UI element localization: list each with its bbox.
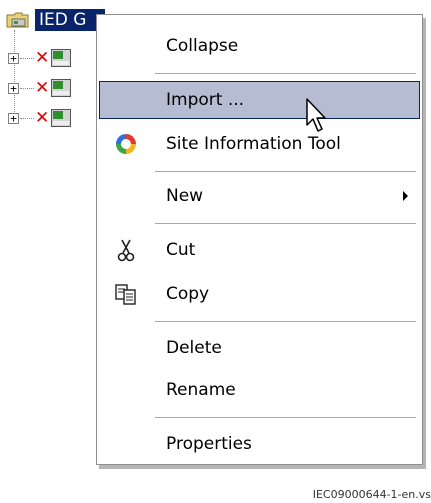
expand-toggle[interactable]: + <box>8 82 19 94</box>
menu-item-label: Cut <box>166 240 196 260</box>
figure-caption: IEC09000644-1-en.vs <box>312 488 431 501</box>
menu-item-properties[interactable]: Properties <box>99 425 420 463</box>
ied-device-icon <box>51 109 71 127</box>
copy-icon <box>113 281 139 307</box>
menu-item-label: Import ... <box>166 90 245 110</box>
tree-row[interactable]: + ✕ <box>8 108 71 128</box>
menu-item-label: Rename <box>166 380 236 400</box>
ied-device-icon <box>51 49 71 67</box>
tree-row[interactable]: + ✕ <box>8 48 71 68</box>
tree-connector-line <box>20 57 34 59</box>
tree-root-label[interactable]: IED G <box>35 9 105 31</box>
tree-root-node[interactable]: IED G <box>6 8 105 32</box>
menu-item-new[interactable]: New <box>99 177 420 215</box>
menu-item-label: Collapse <box>166 36 239 56</box>
mouse-pointer-icon <box>305 97 333 137</box>
menu-separator <box>155 417 416 418</box>
menu-item-cut[interactable]: Cut <box>99 231 420 269</box>
context-menu: Collapse Import ... Site Information Too… <box>96 14 423 465</box>
tree-connector-line <box>14 30 15 118</box>
expand-toggle[interactable]: + <box>8 112 19 124</box>
tree-connector-line <box>20 87 34 89</box>
tree-row[interactable]: + ✕ <box>8 78 71 98</box>
menu-item-delete[interactable]: Delete <box>99 329 420 367</box>
site-information-tool-icon <box>113 131 139 157</box>
menu-separator <box>155 73 416 74</box>
station-folder-icon <box>6 10 32 30</box>
menu-item-site-information-tool[interactable]: Site Information Tool <box>99 125 420 163</box>
menu-item-label: Properties <box>166 434 252 454</box>
error-x-icon: ✕ <box>35 48 50 68</box>
menu-item-collapse[interactable]: Collapse <box>99 27 420 65</box>
menu-separator <box>155 171 416 172</box>
menu-item-copy[interactable]: Copy <box>99 275 420 313</box>
ied-device-icon <box>51 79 71 97</box>
scissors-icon <box>113 237 139 263</box>
error-x-icon: ✕ <box>35 78 50 98</box>
submenu-arrow-icon <box>403 191 408 201</box>
menu-separator <box>155 223 416 224</box>
menu-item-label: Delete <box>166 338 222 358</box>
menu-item-import[interactable]: Import ... <box>99 81 420 119</box>
menu-separator <box>155 321 416 322</box>
menu-item-label: Copy <box>166 284 210 304</box>
menu-item-rename[interactable]: Rename <box>99 371 420 409</box>
menu-item-label: New <box>166 186 204 206</box>
expand-toggle[interactable]: + <box>8 52 19 64</box>
tree-connector-line <box>20 117 34 119</box>
error-x-icon: ✕ <box>35 108 50 128</box>
